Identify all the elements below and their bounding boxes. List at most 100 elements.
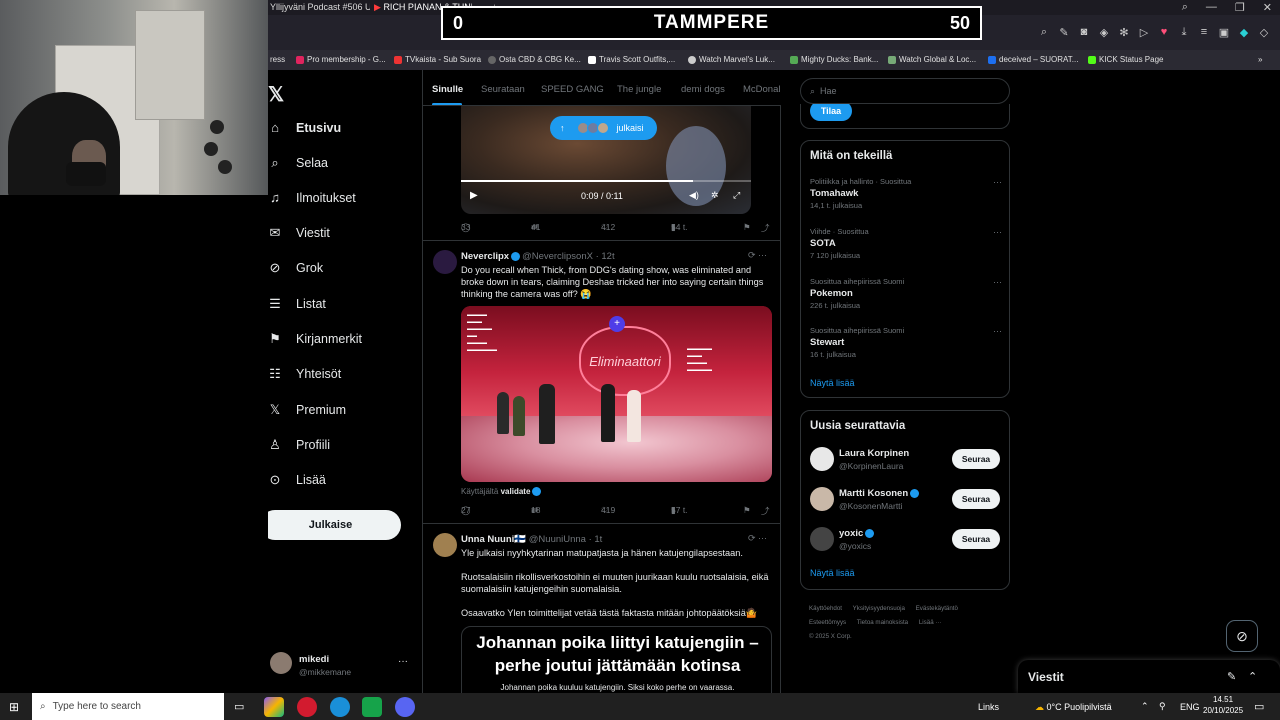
volume-icon[interactable]: ◀)	[689, 190, 699, 201]
play-icon[interactable]: ▷	[1138, 26, 1150, 39]
grok-floating-button[interactable]: ⊘	[1226, 620, 1258, 652]
search-icon[interactable]: ⌕	[1182, 1, 1188, 14]
search-input[interactable]: ⌕ Hae	[800, 78, 1010, 104]
footer-link[interactable]: Yksityisyydensuoja	[853, 605, 905, 612]
weather-widget[interactable]: ☁ 0°C Puolipilvistä	[1035, 702, 1112, 713]
account-switcher[interactable]: mikedi @mikkemane ···	[268, 650, 422, 682]
tray-chevron-icon[interactable]: ⌃	[1141, 701, 1149, 712]
extension-icon[interactable]: ◆	[1238, 26, 1250, 39]
nav-explore[interactable]: ⌕ Selaa	[268, 155, 328, 171]
bookmark-icon[interactable]: ⚑	[743, 222, 751, 233]
footer-link[interactable]: Käyttöehdot	[809, 605, 842, 612]
lock-icon[interactable]: ▣	[1218, 26, 1230, 39]
task-view-icon[interactable]: ▭	[234, 700, 244, 713]
network-icon[interactable]: ⚲	[1159, 701, 1166, 712]
bookmark-item[interactable]: Watch Global & Loc...	[888, 55, 976, 64]
tab-speed-gang[interactable]: SPEED GANG	[541, 84, 604, 95]
nav-lists[interactable]: ☰ Listat	[268, 296, 326, 312]
tab-mcdonal[interactable]: McDonal	[743, 84, 781, 95]
subscribe-button[interactable]: Tilaa	[810, 101, 852, 121]
search-icon[interactable]: ⌕	[1038, 26, 1050, 39]
taskbar-search[interactable]: ⌕ Type here to search	[32, 693, 224, 720]
footer-link[interactable]: Esteettömyys	[809, 619, 846, 626]
footer-link[interactable]: Evästekäytäntö	[916, 605, 958, 612]
edge-icon[interactable]	[330, 697, 350, 717]
restore-icon[interactable]: ❐	[1235, 1, 1245, 14]
avatar[interactable]	[433, 250, 457, 274]
follow-button[interactable]: Seuraa	[952, 489, 1000, 509]
more-icon[interactable]: ···	[993, 326, 1002, 336]
bookmark-item[interactable]: ress	[270, 55, 285, 64]
more-icon[interactable]: ···	[993, 177, 1002, 187]
new-posts-pill[interactable]: ↑ julkaisi	[550, 116, 657, 140]
language-indicator[interactable]: ENG	[1180, 702, 1200, 712]
fullscreen-icon[interactable]: ⤢	[733, 190, 740, 201]
tweet-handle[interactable]: @NuuniUnna · 1t	[529, 534, 603, 545]
bookmark-item[interactable]: Mighty Ducks: Bank...	[790, 55, 878, 64]
messages-drawer[interactable]: Viestit ✎ ⌃	[1018, 660, 1280, 693]
footer-link[interactable]: Tietoa mainoksista	[857, 619, 908, 626]
more-icon[interactable]: ···	[398, 656, 408, 667]
trend-item[interactable]: Suosittua aihepiirissä Suomi Stewart 16 …	[810, 326, 1002, 366]
copilot-icon[interactable]	[264, 697, 284, 717]
bookmarks-overflow-icon[interactable]: »	[1258, 55, 1262, 64]
puzzle-icon[interactable]: ◇	[1258, 26, 1270, 39]
notification-icon[interactable]: ▭	[1254, 700, 1264, 713]
bookmark-item[interactable]: TVkaista - Sub Suora	[394, 55, 481, 64]
edit-icon[interactable]: ✎	[1058, 26, 1070, 39]
more-icon[interactable]: ···	[993, 227, 1002, 237]
tweet-media[interactable]: Eliminaattori + ▬▬▬▬ ▬▬▬ ▬▬▬▬▬ ▬▬ ▬▬▬▬ ▬▬▬▬▬▬…	[461, 306, 772, 482]
show-more-link[interactable]: Näytä lisää	[810, 568, 855, 578]
nav-notifications[interactable]: ♫ Ilmoitukset	[268, 190, 356, 205]
expand-icon[interactable]: ⌃	[1248, 670, 1257, 683]
post-button[interactable]: Julkaise	[268, 510, 401, 540]
tab-for-you[interactable]: Sinulle	[432, 84, 463, 95]
caption-user[interactable]: validate	[501, 487, 531, 496]
nav-messages[interactable]: ✉ Viestit	[268, 225, 330, 241]
download-icon[interactable]: ⤓	[1178, 26, 1190, 39]
clock-date[interactable]: 20/10/2025	[1203, 706, 1243, 715]
bookmark-item[interactable]: Osta CBD & CBG Ke...	[488, 55, 581, 64]
nav-profile[interactable]: ♙ Profiili	[268, 437, 330, 453]
follow-suggestion[interactable]: Martti Kosonen @KosonenMartti Seuraa	[810, 485, 1002, 513]
share-icon[interactable]: ⤴	[761, 222, 770, 234]
play-icon[interactable]: ▶	[470, 190, 478, 201]
settings-icon[interactable]: ✻	[1118, 26, 1130, 39]
nav-premium[interactable]: 𝕏 Premium	[268, 402, 346, 418]
screenshot-icon[interactable]: ◙	[1078, 26, 1090, 39]
discord-icon[interactable]	[395, 697, 415, 717]
footer-link[interactable]: Lisää ···	[919, 619, 942, 626]
trend-item[interactable]: Suosittua aihepiirissä Suomi Pokemon 226…	[810, 277, 1002, 317]
app-icon[interactable]	[362, 697, 382, 717]
close-icon[interactable]: ✕	[1263, 1, 1272, 14]
browser-tab[interactable]: Yllijyväni Podcast #506 UF	[270, 2, 370, 12]
tab-the-jungle[interactable]: The jungle	[617, 84, 661, 95]
minimize-icon[interactable]: —	[1206, 1, 1217, 14]
trend-item[interactable]: Politiikka ja hallinto · Suosittua Tomah…	[810, 177, 1002, 217]
nav-more[interactable]: ⊙ Lisää	[268, 472, 326, 488]
new-message-icon[interactable]: ✎	[1227, 670, 1236, 683]
links-toolbar[interactable]: Links	[978, 702, 999, 712]
follow-button[interactable]: Seuraa	[952, 529, 1000, 549]
follow-suggestion[interactable]: yoxic @yoxics Seuraa	[810, 525, 1002, 553]
video-progress[interactable]	[461, 180, 751, 182]
heart-icon[interactable]: ♥	[1158, 26, 1170, 39]
bookmark-item[interactable]: KICK Status Page	[1088, 55, 1163, 64]
trend-item[interactable]: Viihde · Suosittua SOTA 7 120 julkaisua …	[810, 227, 1002, 267]
tab-demi-dogs[interactable]: demi dogs	[681, 84, 725, 95]
share-icon[interactable]: ⤴	[761, 505, 770, 517]
nav-communities[interactable]: ☷ Yhteisöt	[268, 366, 341, 382]
more-icon[interactable]: ⟳ ···	[748, 533, 767, 544]
follow-button[interactable]: Seuraa	[952, 449, 1000, 469]
link-card[interactable]: Johannan poika liittyi katujengiin – per…	[461, 626, 772, 693]
tweet-author[interactable]: Unna Nuuni🇫🇮	[461, 534, 526, 545]
settings-icon[interactable]: ✲	[711, 190, 719, 201]
tab-following[interactable]: Seurataan	[481, 84, 525, 95]
more-icon[interactable]: ···	[993, 277, 1002, 287]
x-logo-icon[interactable]: 𝕏	[268, 82, 284, 107]
show-more-link[interactable]: Näytä lisää	[810, 378, 855, 388]
nav-bookmarks[interactable]: ⚑ Kirjanmerkit	[268, 331, 362, 347]
bookmark-item[interactable]: deceived – SUORAT...	[988, 55, 1078, 64]
tweet-handle[interactable]: @NeverclipsonX · 12t	[522, 251, 615, 262]
avatar[interactable]	[433, 533, 457, 557]
